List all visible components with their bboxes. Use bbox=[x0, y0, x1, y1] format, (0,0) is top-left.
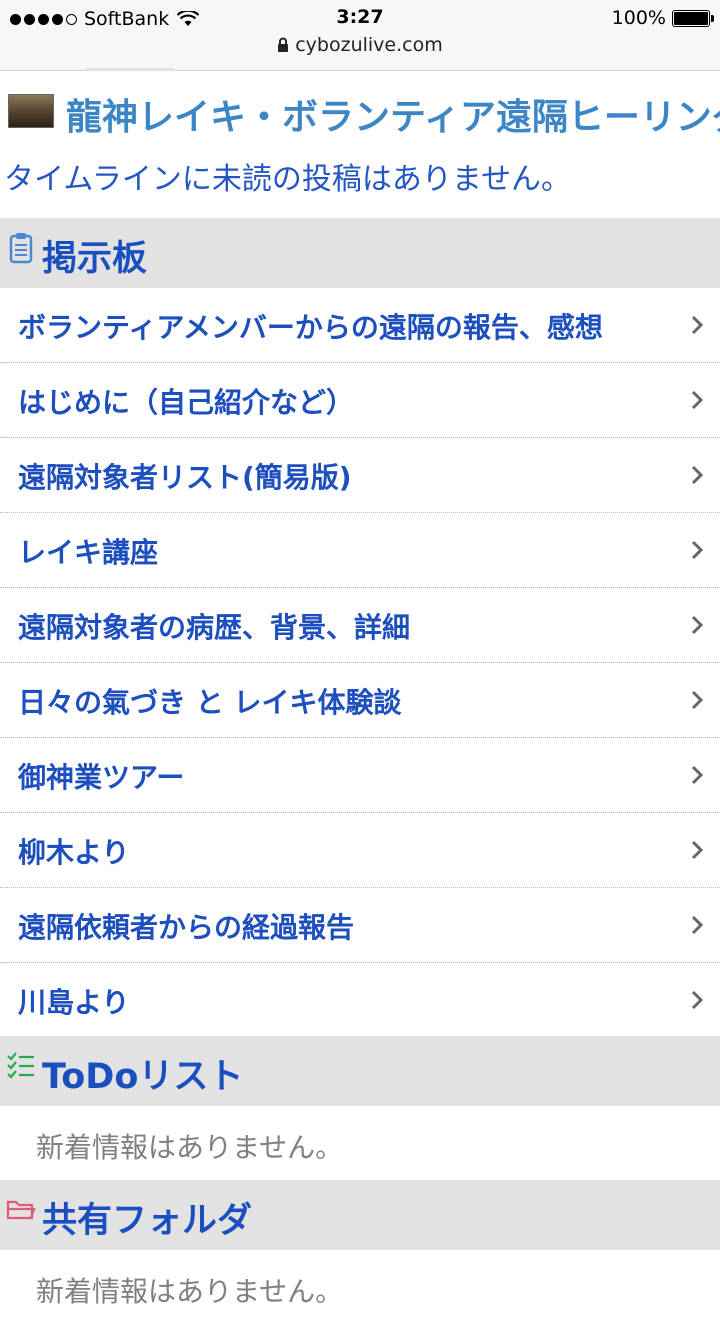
section-title: ToDoリスト bbox=[42, 1057, 244, 1097]
chevron-right-icon bbox=[691, 615, 704, 635]
bulletin-item-label: 遠隔対象者の病歴、背景、詳細 bbox=[18, 611, 411, 644]
section-header-bulletin: 掲示板 bbox=[0, 218, 720, 288]
status-bar: SoftBank 3:27 100% cybozulive.com bbox=[0, 0, 720, 71]
chevron-right-icon bbox=[691, 765, 704, 785]
url-text: cybozulive.com bbox=[295, 34, 443, 56]
group-title[interactable]: 龍神レイキ・ボランティア遠隔ヒーリング bbox=[66, 88, 720, 140]
timeline-status[interactable]: タイムラインに未読の投稿はありません。 bbox=[4, 154, 571, 198]
bulletin-item[interactable]: 川島より bbox=[0, 963, 720, 1038]
chevron-right-icon bbox=[691, 990, 704, 1010]
bulletin-item[interactable]: 日々の氣づき と レイキ体験談 bbox=[0, 663, 720, 738]
checklist-icon bbox=[7, 1052, 34, 1079]
battery-status: 100% bbox=[611, 7, 714, 29]
bulletin-item[interactable]: 柳木より bbox=[0, 813, 720, 888]
chevron-right-icon bbox=[691, 540, 704, 560]
bulletin-item-label: 日々の氣づき と レイキ体験談 bbox=[18, 686, 402, 719]
empty-message: 新着情報はありません。 bbox=[36, 1131, 344, 1164]
chevron-right-icon bbox=[691, 390, 704, 410]
section-header-shared-folder: 共有フォルダ bbox=[0, 1180, 720, 1250]
clipboard-icon bbox=[9, 233, 33, 264]
folder-icon bbox=[6, 1200, 36, 1220]
section-title: 共有フォルダ bbox=[42, 1201, 253, 1241]
bulletin-item[interactable]: 遠隔対象者リスト(簡易版) bbox=[0, 438, 720, 513]
bulletin-item-label: 遠隔依頼者からの経過報告 bbox=[18, 911, 355, 944]
bulletin-item-label: 遠隔対象者リスト(簡易版) bbox=[18, 461, 352, 494]
section-title: 掲示板 bbox=[42, 239, 148, 279]
bulletin-item-label: 柳木より bbox=[18, 836, 130, 869]
bulletin-item[interactable]: 御神業ツアー bbox=[0, 738, 720, 813]
bulletin-item-label: レイキ講座 bbox=[18, 536, 159, 569]
chevron-right-icon bbox=[691, 465, 704, 485]
bulletin-list: ボランティアメンバーからの遠隔の報告、感想 はじめに（自己紹介など） 遠隔対象者… bbox=[0, 288, 720, 1038]
group-thumbnail bbox=[8, 94, 54, 128]
chevron-right-icon bbox=[691, 915, 704, 935]
bulletin-item[interactable]: レイキ講座 bbox=[0, 513, 720, 588]
scroll-indicator bbox=[86, 68, 174, 71]
group-header[interactable]: 龍神レイキ・ボランティア遠隔ヒーリング bbox=[0, 78, 720, 142]
bulletin-item-label: ボランティアメンバーからの遠隔の報告、感想 bbox=[18, 311, 603, 344]
empty-message: 新着情報はありません。 bbox=[36, 1275, 344, 1308]
bulletin-item-label: はじめに（自己紹介など） bbox=[18, 386, 355, 419]
chevron-right-icon bbox=[691, 315, 704, 335]
bulletin-item[interactable]: ボランティアメンバーからの遠隔の報告、感想 bbox=[0, 288, 720, 363]
bulletin-item[interactable]: 遠隔依頼者からの経過報告 bbox=[0, 888, 720, 963]
address-bar[interactable]: cybozulive.com bbox=[0, 34, 720, 56]
chevron-right-icon bbox=[691, 690, 704, 710]
chevron-right-icon bbox=[691, 840, 704, 860]
todo-empty-row: 新着情報はありません。 bbox=[0, 1106, 720, 1180]
section-header-todo: ToDoリスト bbox=[0, 1036, 720, 1106]
bulletin-item[interactable]: はじめに（自己紹介など） bbox=[0, 363, 720, 438]
bulletin-item[interactable]: 遠隔対象者の病歴、背景、詳細 bbox=[0, 588, 720, 663]
lock-icon bbox=[278, 37, 289, 52]
battery-icon bbox=[672, 9, 714, 27]
shared-folder-empty-row: 新着情報はありません。 bbox=[0, 1250, 720, 1324]
bulletin-item-label: 川島より bbox=[18, 986, 130, 1019]
battery-percent: 100% bbox=[611, 7, 666, 29]
bulletin-item-label: 御神業ツアー bbox=[18, 761, 185, 794]
